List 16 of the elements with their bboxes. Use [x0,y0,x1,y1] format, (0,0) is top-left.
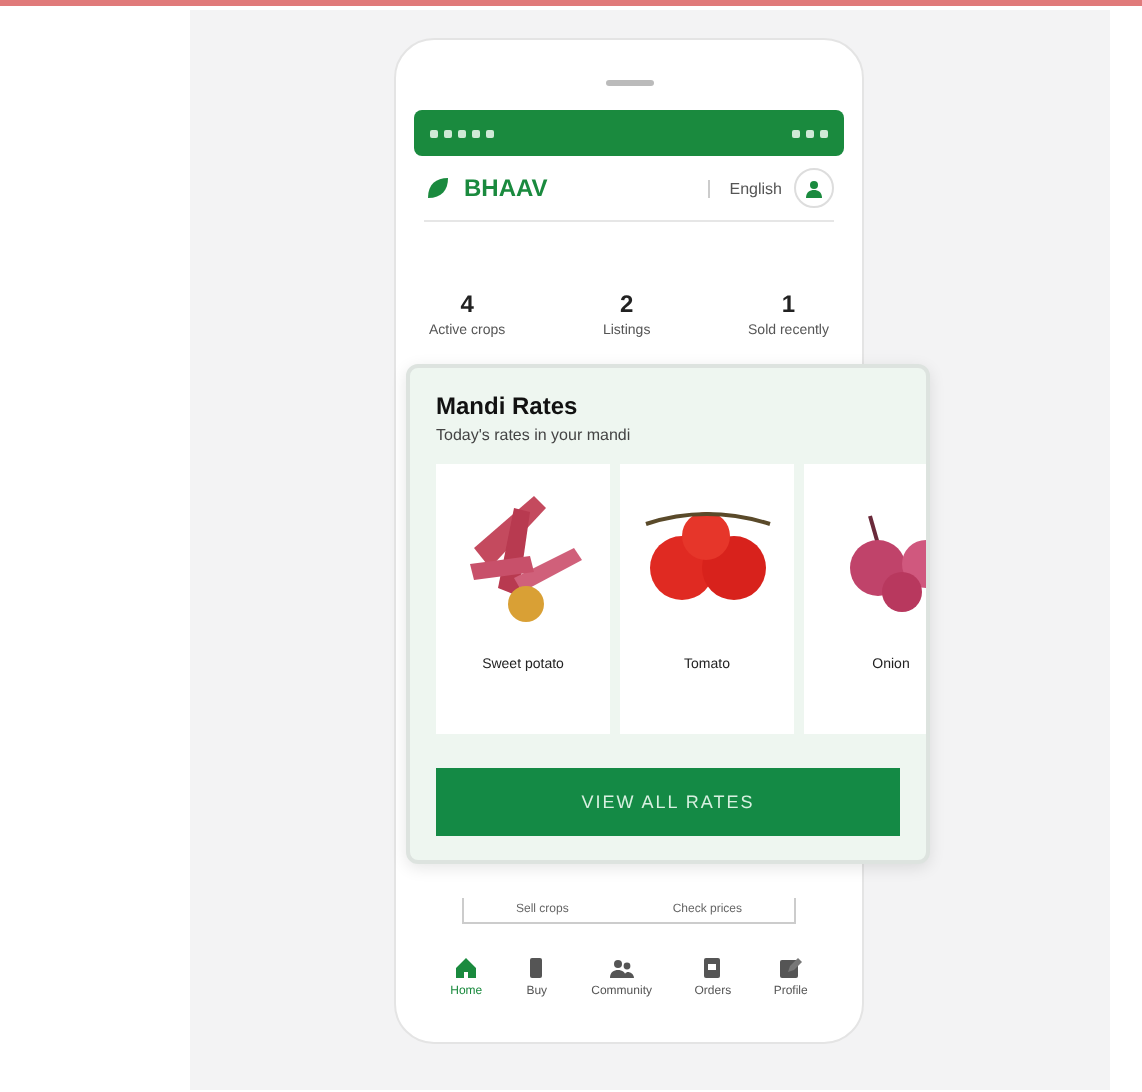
person-icon [806,179,822,197]
app-logo: BHAAV [464,174,548,202]
people-icon [609,956,634,980]
leaf-logo-icon [424,174,452,202]
profile-button[interactable] [794,168,834,208]
stat-value: 1 [781,290,796,318]
view-rates-button[interactable]: VIEW ALL RATES [436,768,900,836]
edit-icon [778,956,803,980]
stat-value: 4 [460,290,474,318]
popup-title: Mandi Rates [436,392,580,420]
popup-subtitle: Today's rates in your mandi [436,426,633,444]
box-icon [700,956,725,980]
stat-value: 2 [619,290,634,318]
language-selector[interactable]: English [707,179,782,197]
speaker-icon [605,80,653,86]
home-icon [454,956,479,980]
